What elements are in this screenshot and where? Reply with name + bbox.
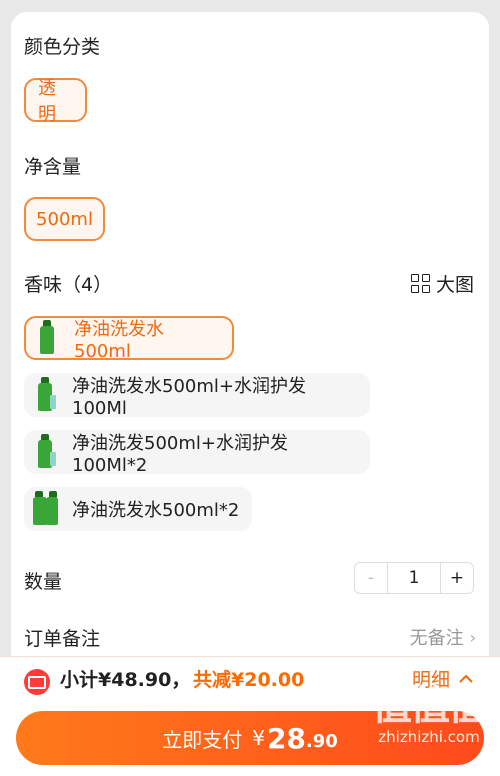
pay-amount-decimal: .90: [305, 730, 338, 752]
product-thumbnail: [32, 434, 60, 470]
scent-section-title: 香味（4）: [24, 274, 113, 296]
scent-option-3[interactable]: 净油洗发500ml+水润护发100Ml*2: [24, 430, 370, 476]
product-thumbnail: [32, 491, 60, 527]
scent-option-label: 净油洗发水500ml*2: [72, 500, 240, 521]
order-note-value: 无备注: [409, 628, 464, 649]
grid-icon: [410, 274, 430, 293]
watermark-logo: 值值值: [372, 683, 488, 729]
scent-option-label: 净油洗发水500ml: [74, 318, 164, 362]
volume-section-title: 净含量: [24, 156, 82, 178]
watermark-domain: zhizhizhi.com: [378, 728, 480, 746]
order-note-field[interactable]: 无备注 ›: [410, 624, 476, 650]
scent-option-2[interactable]: 净油洗发水500ml+水润护发100Ml: [24, 373, 370, 419]
pay-amount-integer: 28: [266, 721, 306, 755]
scent-option-label: 净油洗发水500ml+水润护发100Ml: [72, 375, 306, 419]
quantity-increase-button[interactable]: +: [440, 563, 473, 593]
scent-option-label: 净油洗发500ml+水润护发100Ml*2: [72, 432, 288, 476]
site-watermark: 值值值 zhizhizhi.com: [372, 683, 488, 746]
chevron-up-icon: [459, 674, 473, 683]
scent-option-1[interactable]: 净油洗发水500ml: [24, 316, 234, 362]
order-note-label: 订单备注: [24, 628, 101, 650]
product-thumbnail: [32, 377, 60, 413]
volume-option-500ml[interactable]: 500ml: [24, 197, 105, 241]
product-thumbnail: [34, 320, 62, 356]
quantity-decrease-button[interactable]: -: [355, 563, 388, 593]
color-option-label: 透明: [38, 78, 56, 125]
subtotal-text: 小计¥48.90，: [60, 669, 191, 691]
quantity-label: 数量: [24, 571, 63, 593]
scent-option-4[interactable]: 净油洗发水500ml*2: [24, 487, 252, 531]
big-view-toggle[interactable]: 大图: [410, 270, 474, 297]
coupon-icon: [24, 669, 50, 695]
volume-option-label: 500ml: [36, 208, 93, 230]
pay-currency: ¥: [252, 726, 265, 750]
discount-text: 共减¥20.00: [193, 669, 305, 691]
quantity-value[interactable]: 1: [388, 563, 440, 593]
big-view-label: 大图: [435, 274, 474, 296]
color-section-title: 颜色分类: [24, 36, 101, 58]
chevron-right-icon: ›: [469, 627, 476, 647]
quantity-stepper: - 1 +: [354, 562, 474, 594]
pay-now-label: 立即支付: [162, 727, 243, 752]
color-option-transparent[interactable]: 透明: [24, 78, 87, 125]
